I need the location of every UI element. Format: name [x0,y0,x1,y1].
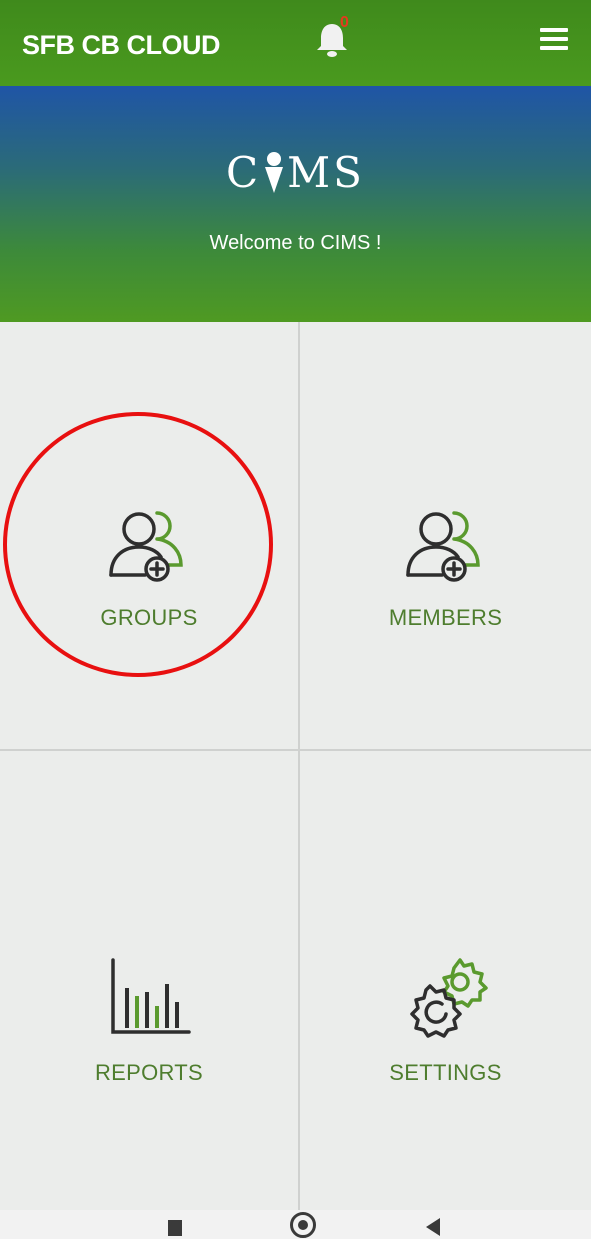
menu-grid: GROUPS MEMBERS REPORTS SETTINGS [0,322,591,1210]
add-group-icon [109,510,183,582]
logo-letters-ms: MS [287,148,365,197]
notification-badge: 0 [340,14,349,31]
system-nav-bar [0,1210,591,1239]
welcome-banner: C MS Welcome to CIMS ! [0,86,591,322]
tile-members[interactable]: MEMBERS [300,322,591,749]
home-icon[interactable] [290,1212,316,1238]
bar-chart-icon [111,957,191,1034]
welcome-text: Welcome to CIMS ! [209,232,382,254]
gears-icon [409,957,488,1038]
tile-reports[interactable]: REPORTS [0,751,298,1210]
cims-logo: C MS [0,148,591,197]
app-title: SFB CB CLOUD [22,30,221,60]
app-header: SFB CB CLOUD 0 [0,0,591,86]
add-member-icon [405,510,480,582]
logo-mark-icon [261,151,287,195]
hamburger-menu-icon[interactable] [540,28,570,52]
tile-members-label: MEMBERS [388,604,503,630]
tile-settings[interactable]: SETTINGS [300,751,591,1210]
tile-groups-label: GROUPS [100,604,198,630]
tile-reports-label: REPORTS [94,1059,204,1085]
logo-letter-c: C [226,148,262,197]
back-icon[interactable] [426,1218,440,1236]
recents-icon[interactable] [168,1220,182,1236]
tile-groups[interactable]: GROUPS [0,322,298,749]
tile-settings-label: SETTINGS [389,1059,502,1085]
